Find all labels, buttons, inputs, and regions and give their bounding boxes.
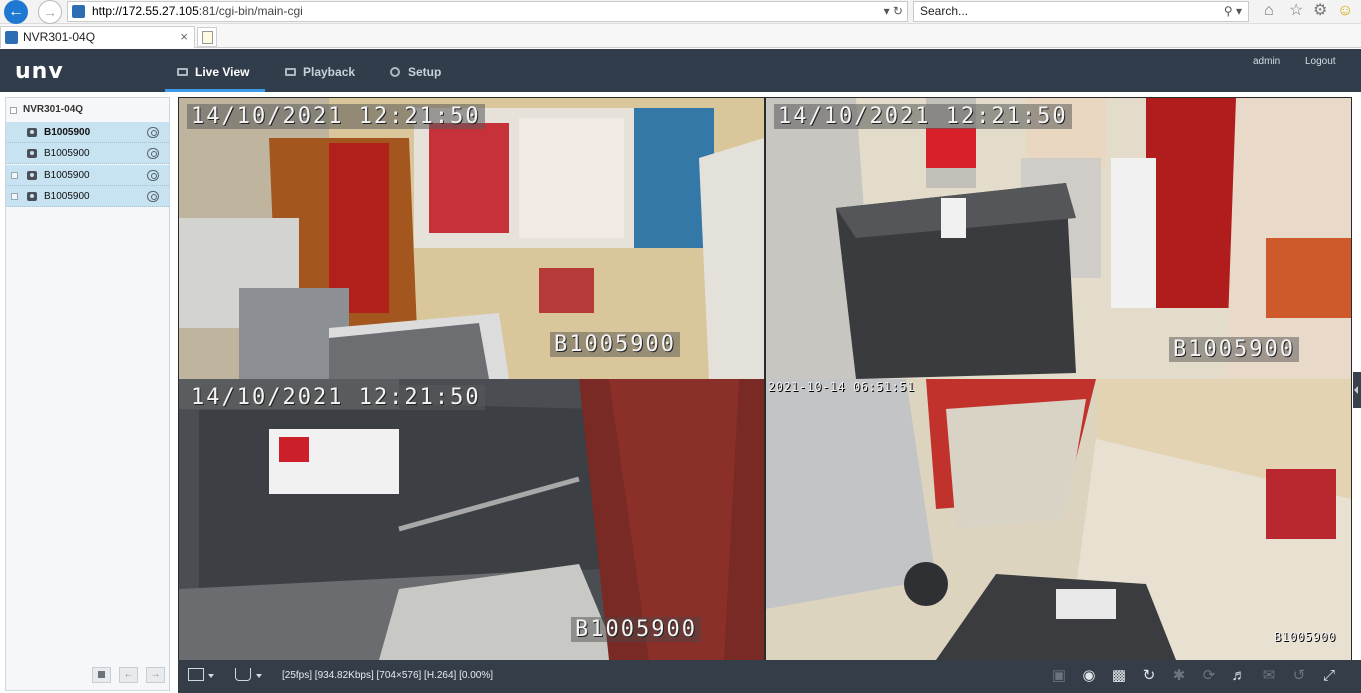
browser-tab-strip: NVR301-04Q × bbox=[0, 24, 1361, 48]
camera-checkbox[interactable] bbox=[11, 193, 18, 200]
video-pane-3[interactable]: 14/10/2021 12:21:50 B1005900 bbox=[179, 379, 764, 660]
two-way-audio-icon[interactable]: ✉ bbox=[1260, 667, 1278, 685]
stream-type-icon[interactable] bbox=[235, 668, 251, 681]
user-name: admin bbox=[1253, 56, 1281, 67]
browser-toolbar: ← → http://172.55.27.105:81/cgi-bin/main… bbox=[0, 0, 1361, 24]
monitor-icon bbox=[177, 68, 188, 76]
browser-tab[interactable]: NVR301-04Q × bbox=[0, 26, 195, 48]
home-icon[interactable]: ⌂ bbox=[1264, 1, 1274, 21]
nav-playback-label: Playback bbox=[303, 65, 356, 79]
osd-timestamp: 14/10/2021 12:21:50 bbox=[187, 104, 485, 129]
nav-playback[interactable]: Playback bbox=[273, 49, 371, 92]
camera-name: B1005900 bbox=[44, 170, 90, 181]
video-pane-2[interactable]: 14/10/2021 12:21:50 B1005900 bbox=[766, 98, 1351, 379]
address-bar[interactable]: http://172.55.27.105:81/cgi-bin/main-cgi… bbox=[67, 1, 908, 22]
app-header: unv Live View Playback Setup admin Logou… bbox=[0, 49, 1361, 92]
camera-item-3[interactable]: B1005900 bbox=[6, 165, 169, 186]
camera-item-4[interactable]: B1005900 bbox=[6, 186, 169, 207]
digital-zoom-icon[interactable]: ✱ bbox=[1170, 667, 1188, 685]
record-icon[interactable] bbox=[147, 191, 159, 202]
stop-all-button[interactable] bbox=[92, 667, 111, 683]
record-icon[interactable] bbox=[147, 170, 159, 181]
osd-camera-label: B1005900 bbox=[1274, 630, 1336, 644]
brand-logo: unv bbox=[15, 59, 64, 84]
gear-icon bbox=[390, 67, 400, 77]
stream-info: [25fps] [934.82Kbps] [704×576] [H.264] [… bbox=[282, 670, 493, 681]
camera-name: B1005900 bbox=[44, 127, 91, 138]
camera-icon bbox=[27, 149, 37, 158]
refresh-icon[interactable]: ↺ bbox=[1290, 667, 1308, 685]
search-icon[interactable]: ⚲ ▾ bbox=[1224, 2, 1242, 21]
site-favicon-icon bbox=[72, 5, 85, 18]
tab-close-icon[interactable]: × bbox=[180, 27, 188, 47]
local-record-icon[interactable]: ▩ bbox=[1110, 667, 1128, 685]
panel-collapse-handle[interactable] bbox=[1353, 372, 1361, 408]
fullscreen-icon[interactable]: ⤢ bbox=[1320, 667, 1338, 685]
osd-timestamp: 14/10/2021 12:21:50 bbox=[774, 104, 1072, 129]
camera-item-2[interactable]: B1005900 bbox=[6, 143, 169, 164]
camera-name: B1005900 bbox=[44, 148, 90, 159]
stream-dropdown-icon[interactable] bbox=[256, 674, 262, 678]
device-tree-root[interactable]: NVR301-04Q bbox=[6, 98, 169, 122]
sidebar-footer: ← → bbox=[6, 660, 169, 690]
camera-icon bbox=[27, 192, 37, 201]
back-button[interactable]: ← bbox=[4, 0, 28, 24]
video-pane-4[interactable]: 2021-10-14 06:51:51 B1005900 bbox=[766, 379, 1351, 660]
osd-camera-label: B1005900 bbox=[550, 332, 680, 357]
ptz-icon[interactable]: ⟳ bbox=[1200, 667, 1218, 685]
device-name: NVR301-04Q bbox=[23, 104, 84, 115]
nav-live-view[interactable]: Live View bbox=[165, 49, 265, 92]
forward-button[interactable]: → bbox=[38, 0, 62, 24]
camera-icon bbox=[27, 171, 37, 180]
record-icon[interactable] bbox=[147, 148, 159, 159]
live-view-toolbar: [25fps] [934.82Kbps] [704×576] [H.264] [… bbox=[178, 660, 1361, 693]
nav-setup-label: Setup bbox=[408, 65, 442, 79]
tab-favicon-icon bbox=[5, 31, 18, 44]
device-tree-panel: NVR301-04Q B1005900 B1005900 B1005900 B1… bbox=[5, 97, 170, 691]
url-path: :81/cgi-bin/main-cgi bbox=[198, 4, 303, 18]
camera-checkbox[interactable] bbox=[11, 172, 18, 179]
favorites-star-icon[interactable]: ☆ bbox=[1289, 1, 1303, 21]
search-placeholder: Search... bbox=[920, 4, 969, 18]
film-icon bbox=[285, 68, 296, 76]
snapshot-camera-icon[interactable]: ◉ bbox=[1080, 667, 1098, 685]
url-host: http://172.55.27.105 bbox=[92, 4, 199, 18]
image-adjust-icon[interactable]: ▣ bbox=[1050, 667, 1068, 685]
record-icon[interactable] bbox=[147, 127, 159, 138]
settings-gear-icon[interactable]: ⚙ bbox=[1313, 1, 1327, 21]
live-video-grid: 14/10/2021 12:21:50 B1005900 14/10/2021 … bbox=[178, 97, 1352, 660]
smiley-feedback-icon[interactable]: ☺ bbox=[1337, 1, 1353, 21]
camera-item-1[interactable]: B1005900 bbox=[6, 122, 169, 143]
camera-name: B1005900 bbox=[44, 191, 90, 202]
camera-icon bbox=[27, 128, 37, 137]
collapse-toggle-icon[interactable] bbox=[10, 107, 17, 114]
screen-layout-icon[interactable] bbox=[188, 668, 204, 681]
new-tab-button[interactable] bbox=[197, 27, 217, 47]
next-page-icon[interactable]: → bbox=[146, 667, 165, 683]
layout-dropdown-icon[interactable] bbox=[208, 674, 214, 678]
tab-title: NVR301-04Q bbox=[23, 30, 96, 44]
address-tools[interactable]: ▾ ↻ bbox=[884, 2, 903, 21]
previous-page-icon[interactable]: ← bbox=[119, 667, 138, 683]
osd-timestamp: 14/10/2021 12:21:50 bbox=[187, 385, 485, 410]
camera-feed-4 bbox=[766, 379, 1351, 660]
osd-timestamp: 2021-10-14 06:51:51 bbox=[768, 380, 915, 394]
search-input[interactable]: Search... ⚲ ▾ bbox=[913, 1, 1249, 22]
video-pane-1[interactable]: 14/10/2021 12:21:50 B1005900 bbox=[179, 98, 764, 379]
nav-setup[interactable]: Setup bbox=[378, 49, 468, 92]
osd-camera-label: B1005900 bbox=[571, 617, 701, 642]
nav-live-view-label: Live View bbox=[195, 65, 250, 79]
audio-volume-icon[interactable]: ♬ bbox=[1230, 667, 1248, 685]
playback-instant-icon[interactable]: ↻ bbox=[1140, 667, 1158, 685]
logout-link[interactable]: Logout bbox=[1305, 56, 1336, 67]
osd-camera-label: B1005900 bbox=[1169, 337, 1299, 362]
